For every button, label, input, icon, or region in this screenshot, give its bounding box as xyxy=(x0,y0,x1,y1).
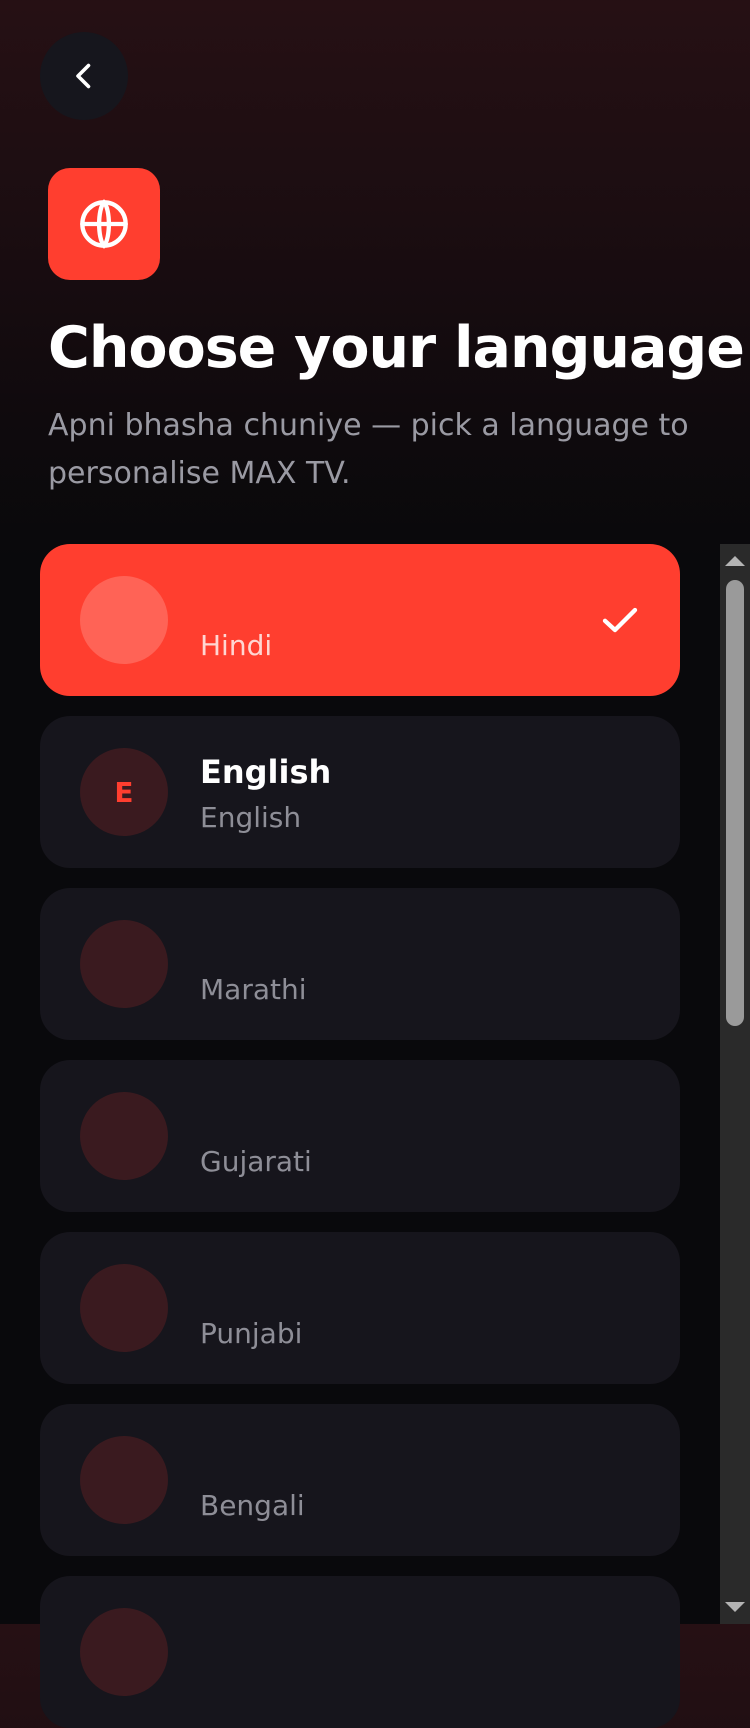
language-subtitle: Bengali xyxy=(200,1489,305,1522)
language-option-bengali[interactable]: Bengali xyxy=(40,1404,680,1556)
globe-icon xyxy=(80,199,128,249)
language-subtitle: English xyxy=(200,801,302,834)
language-badge xyxy=(48,168,160,280)
language-avatar xyxy=(80,1264,168,1352)
language-avatar xyxy=(80,576,168,664)
language-subtitle: Gujarati xyxy=(200,1145,312,1178)
language-subtitle: Marathi xyxy=(200,973,307,1006)
language-option-punjabi[interactable]: Punjabi xyxy=(40,1232,680,1384)
language-option-english[interactable]: E English English xyxy=(40,716,680,868)
language-name: English xyxy=(200,753,332,791)
scrollbar-thumb[interactable] xyxy=(726,580,744,1026)
list-scrollbar[interactable] xyxy=(720,544,750,1624)
page-title: Choose your language xyxy=(48,315,745,381)
page-subtitle: Apni bhasha chuniye — pick a language to… xyxy=(48,408,689,491)
language-avatar xyxy=(80,1608,168,1696)
language-subtitle: Hindi xyxy=(200,629,273,662)
language-subtitle: Punjabi xyxy=(200,1317,303,1350)
language-avatar xyxy=(80,920,168,1008)
back-button[interactable] xyxy=(40,32,128,120)
check-icon xyxy=(602,607,638,633)
scroll-up-arrow[interactable] xyxy=(725,556,745,566)
chevron-left-icon xyxy=(76,63,91,89)
language-avatar: E xyxy=(80,748,168,836)
scroll-down-arrow[interactable] xyxy=(725,1602,745,1612)
language-avatar xyxy=(80,1436,168,1524)
language-avatar xyxy=(80,1092,168,1180)
language-option-next[interactable] xyxy=(40,1576,680,1728)
language-option-hindi[interactable]: Hindi xyxy=(40,544,680,696)
language-option-marathi[interactable]: Marathi xyxy=(40,888,680,1040)
language-option-gujarati[interactable]: Gujarati xyxy=(40,1060,680,1212)
